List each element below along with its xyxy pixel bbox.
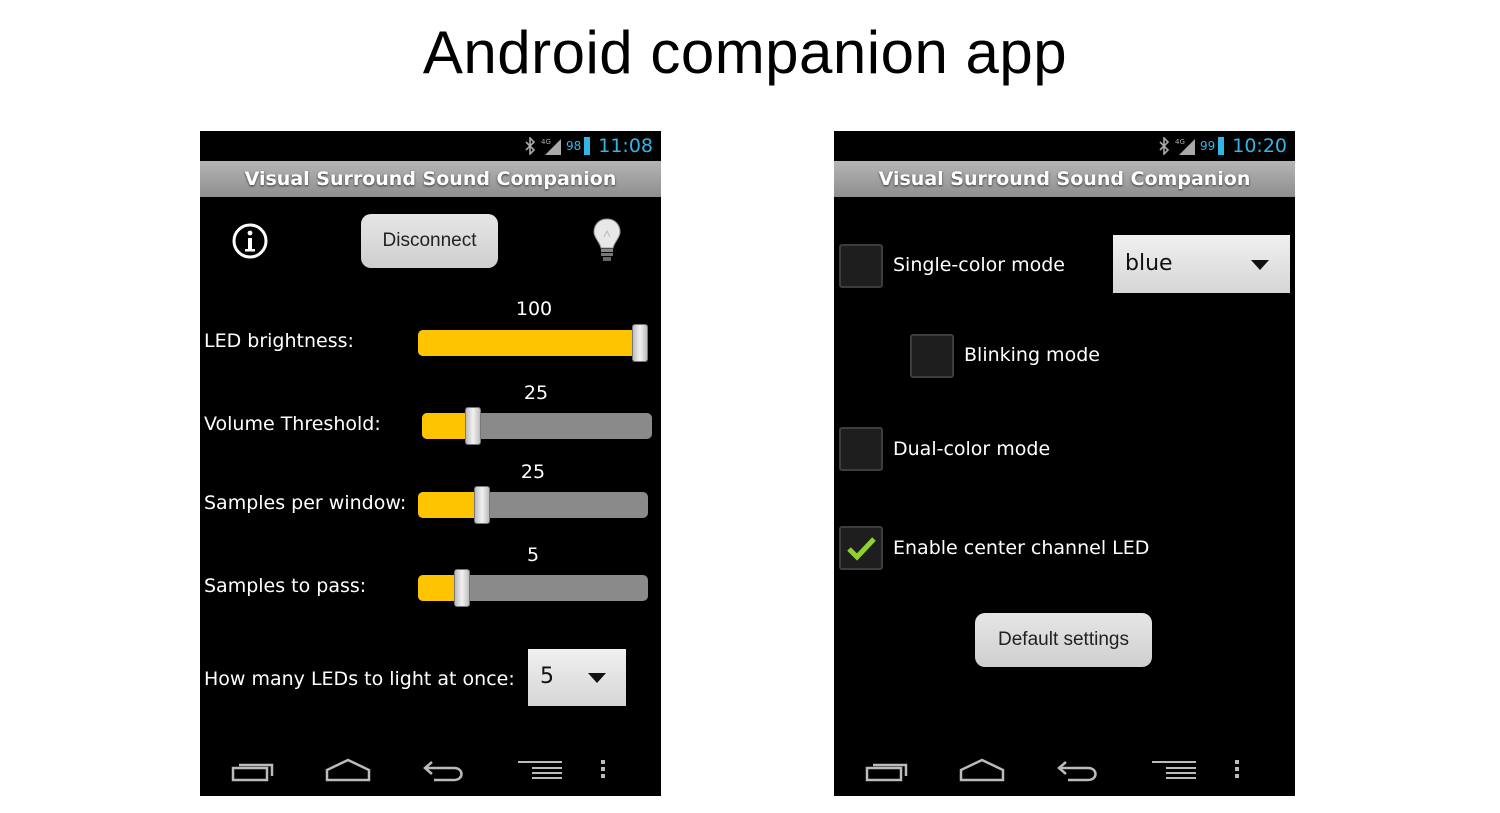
blinking-label: Blinking mode (964, 344, 1100, 366)
menu-icon[interactable] (1150, 756, 1198, 786)
bluetooth-icon (525, 137, 536, 155)
led-brightness-label: LED brightness: (204, 330, 354, 352)
battery-level: 98 (565, 139, 582, 153)
samples-per-window-value: 25 (520, 461, 546, 483)
color-select[interactable]: blue (1113, 235, 1290, 293)
phone-screen-settings: 4G 99 10:20 Visual Surround Sound Compan… (834, 131, 1295, 796)
center-led-checkbox[interactable] (839, 526, 883, 570)
dropdown-arrow-icon (1251, 260, 1269, 270)
samples-per-window-label: Samples per window: (204, 492, 407, 514)
single-color-label: Single-color mode (893, 254, 1065, 276)
volume-threshold-slider[interactable] (422, 407, 652, 445)
volume-threshold-value: 25 (523, 382, 549, 404)
default-settings-button[interactable]: Default settings (975, 613, 1152, 667)
signal-icon: 4G (541, 138, 561, 155)
samples-to-pass-slider[interactable] (418, 569, 648, 607)
info-icon[interactable] (230, 221, 270, 261)
app-title: Visual Surround Sound Companion (834, 161, 1295, 197)
slider-fill (418, 492, 482, 518)
samples-to-pass-value: 5 (526, 544, 540, 566)
overflow-icon[interactable] (598, 756, 608, 786)
disconnect-button[interactable]: Disconnect (361, 214, 498, 268)
dual-color-label: Dual-color mode (893, 438, 1051, 460)
navigation-bar (834, 746, 1295, 796)
led-brightness-slider[interactable] (418, 324, 648, 362)
volume-threshold-label: Volume Threshold: (204, 413, 381, 435)
back-icon[interactable] (1056, 756, 1100, 786)
lightbulb-icon[interactable] (592, 217, 622, 263)
home-icon[interactable] (325, 756, 371, 786)
spinner-value: 5 (540, 664, 554, 689)
slide-title: Android companion app (422, 19, 1068, 86)
center-led-label: Enable center channel LED (893, 537, 1150, 559)
battery-icon (1218, 137, 1225, 155)
menu-icon[interactable] (516, 756, 564, 786)
slider-thumb[interactable] (465, 407, 481, 445)
phone-screen-main: 4G 98 11:08 Visual Surround Sound Compan… (200, 131, 661, 796)
samples-to-pass-label: Samples to pass: (204, 575, 367, 597)
navigation-bar (200, 746, 661, 796)
clock: 11:08 (598, 135, 653, 157)
home-icon[interactable] (959, 756, 1005, 786)
led-brightness-value: 100 (515, 298, 553, 320)
status-bar: 4G 99 10:20 (834, 131, 1295, 161)
slider-thumb[interactable] (454, 569, 470, 607)
clock: 10:20 (1232, 135, 1287, 157)
slider-thumb[interactable] (474, 486, 490, 524)
recent-apps-icon[interactable] (864, 756, 908, 786)
signal-icon: 4G (1175, 138, 1195, 155)
single-color-checkbox[interactable] (839, 244, 883, 288)
blinking-checkbox[interactable] (910, 334, 954, 378)
battery-icon (584, 137, 591, 155)
leds-at-once-spinner[interactable]: 5 (528, 649, 626, 706)
leds-at-once-label: How many LEDs to light at once: (204, 668, 515, 690)
dual-color-checkbox[interactable] (839, 427, 883, 471)
network-label: 4G (541, 138, 551, 146)
slider-fill (418, 330, 640, 356)
recent-apps-icon[interactable] (230, 756, 274, 786)
battery-level: 99 (1199, 139, 1216, 153)
overflow-icon[interactable] (1232, 756, 1242, 786)
samples-per-window-slider[interactable] (418, 486, 648, 524)
network-label: 4G (1175, 138, 1185, 146)
app-title: Visual Surround Sound Companion (200, 161, 661, 197)
bluetooth-icon (1159, 137, 1170, 155)
slider-thumb[interactable] (632, 324, 648, 362)
color-select-value: blue (1125, 251, 1173, 276)
status-bar: 4G 98 11:08 (200, 131, 661, 161)
back-icon[interactable] (422, 756, 466, 786)
dropdown-arrow-icon (588, 673, 606, 683)
checkmark-icon (847, 537, 876, 561)
